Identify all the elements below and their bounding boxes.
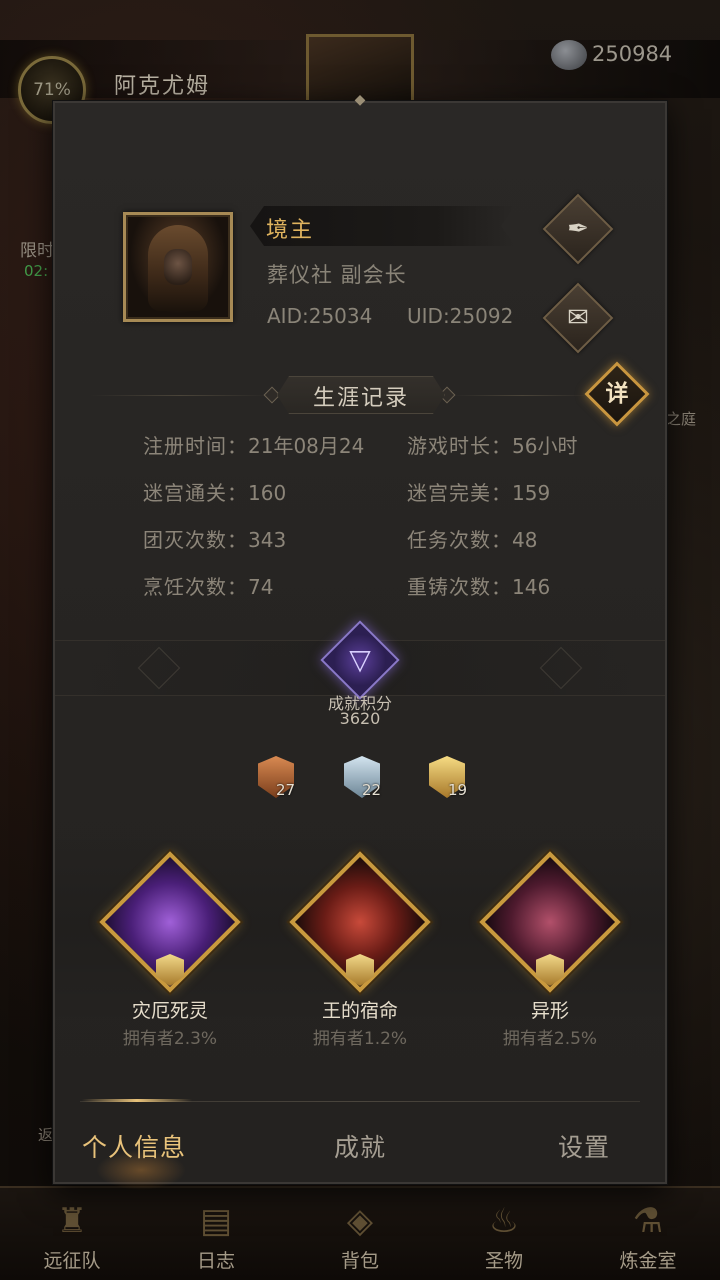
active-tab-indicator [82,1099,192,1102]
quill-icon: ✒ [567,214,589,244]
side-event-timer: 02: [24,262,49,280]
tab-settings[interactable]: 设置 [558,1128,610,1164]
level-percent: 71% [33,80,71,100]
career-title: 生涯记录 [312,386,409,411]
nav-label: 圣物 [484,1250,523,1272]
panel-top-ornament: ◆ [354,92,366,108]
bottom-nav: ♜ 远征队 ▤ 日志 ◈ 背包 ♨ 圣物 ⚗ 炼金室 [0,1186,720,1280]
stat-reforge: 重铸次数：146 [407,575,551,599]
coin-icon [551,40,587,70]
stat-maze-clear: 迷宫通关：160 [143,481,287,505]
uid-text: UID:25092 [407,304,514,328]
achievement-name: 异形 [530,1000,569,1022]
player-name: 阿克尤姆 [114,74,211,99]
bronze-medal-count: 27 [276,781,296,799]
stat-register-time: 注册时间：21年08月24 [143,434,365,458]
rank-title: 境主 [266,218,315,243]
tab-achievements[interactable]: 成就 [334,1128,386,1164]
avatar-face [164,249,192,285]
book-icon: ▤ [199,1201,233,1241]
tab-profile[interactable]: 个人信息 [82,1128,186,1164]
nav-expedition[interactable]: ♜ 远征队 [0,1188,144,1280]
stat-cooking: 烹饪次数：74 [143,575,274,599]
torch-icon: ♨ [488,1201,520,1241]
achievement-owners: 拥有者2.3% [122,1029,218,1049]
side-event-label[interactable]: 限时 [20,236,54,261]
guild-role: 葬仪社 副会长 [267,263,407,287]
nav-journal[interactable]: ▤ 日志 [144,1188,288,1280]
nav-label: 炼金室 [619,1250,677,1272]
stat-quests: 任务次数：48 [407,528,538,552]
nav-label: 日志 [196,1250,235,1272]
triangle-icon: ▽ [349,643,371,676]
alchemy-icon: ⚗ [632,1201,664,1241]
nav-label: 远征队 [43,1250,101,1272]
divider-left [90,395,270,396]
side-return-label[interactable]: 返 [38,1124,53,1145]
nav-bag[interactable]: ◈ 背包 [288,1188,432,1280]
achievement-name: 灾厄死灵 [131,1000,208,1022]
helmet-icon: ♜ [56,1201,88,1241]
bag-icon: ◈ [346,1201,374,1241]
divider-right [452,395,592,396]
achievement-owners: 拥有者1.2% [312,1029,408,1049]
stat-maze-perfect: 迷宫完美：159 [407,481,551,505]
currency-value: 250984 [592,42,673,66]
achievement-name: 王的宿命 [321,1000,398,1022]
side-area-label[interactable]: 之庭 [666,408,696,429]
nav-alchemy[interactable]: ⚗ 炼金室 [576,1188,720,1280]
silver-medal-count: 22 [362,781,382,799]
nav-relics[interactable]: ♨ 圣物 [432,1188,576,1280]
gold-medal-count: 19 [448,781,468,799]
aid-text: AID:25034 [267,304,373,328]
detail-button-label: 详 [605,381,629,407]
stat-play-time: 游戏时长：56小时 [407,434,578,458]
nav-label: 背包 [340,1250,379,1272]
achievement-owners: 拥有者2.5% [502,1029,598,1049]
scroll-icon: ✉ [567,303,589,333]
stat-wipes: 团灭次数：343 [143,528,287,552]
achievement-score-value: 3620 [339,709,381,728]
avatar[interactable] [123,212,233,322]
